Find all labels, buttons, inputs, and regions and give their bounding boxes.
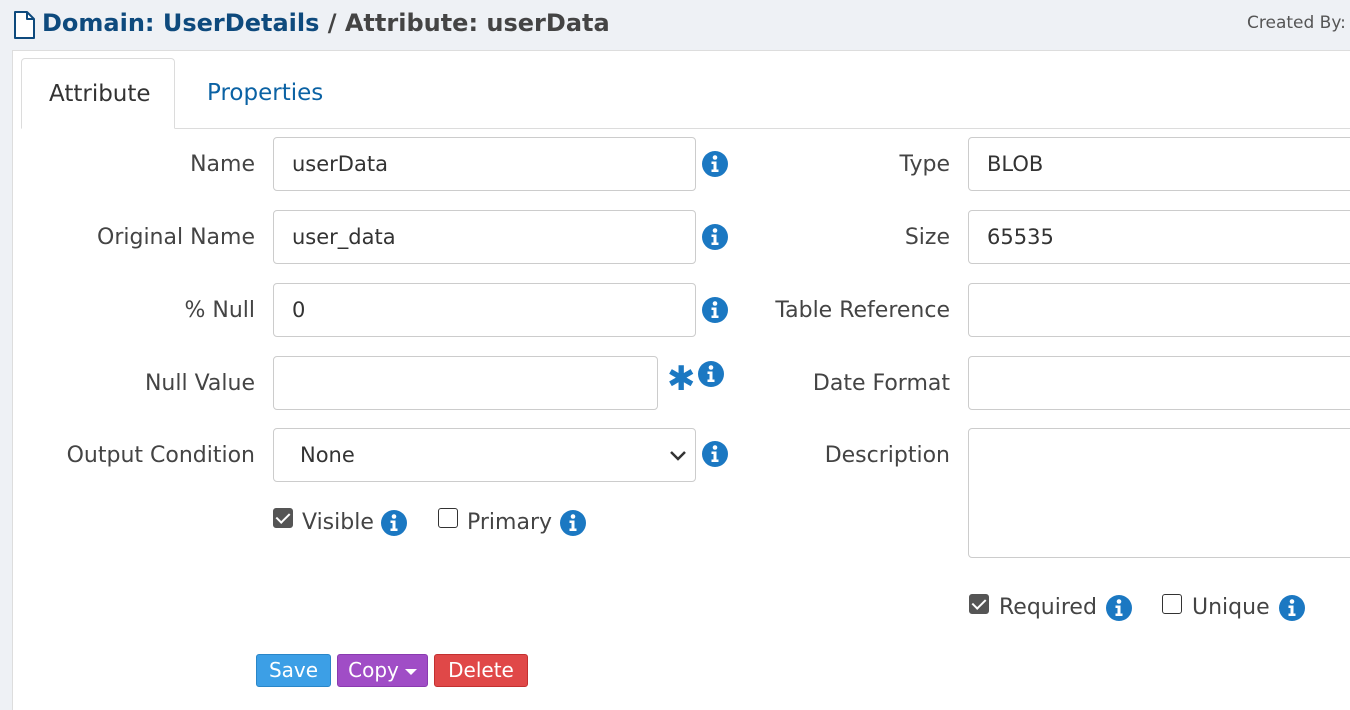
primary-label: Primary — [467, 510, 553, 535]
output-condition-label: Output Condition — [66, 443, 255, 468]
info-icon[interactable] — [1278, 594, 1306, 622]
percent-null-label: % Null — [184, 298, 255, 323]
attribute-title: Attribute: userData — [344, 9, 610, 37]
null-value-label: Null Value — [144, 371, 255, 396]
description-label: Description — [824, 443, 950, 468]
delete-button[interactable]: Delete — [434, 654, 528, 687]
info-icon[interactable] — [559, 509, 587, 537]
asterisk-icon: ✱ — [667, 359, 696, 399]
size-input[interactable]: 65535 — [968, 210, 1350, 264]
page-title: Domain: UserDetails / Attribute: userDat… — [42, 9, 610, 37]
created-by-label: Created By: A — [1247, 13, 1350, 33]
date-format-label: Date Format — [812, 371, 950, 396]
primary-checkbox[interactable] — [438, 508, 458, 528]
output-condition-select[interactable]: None — [273, 428, 696, 482]
chevron-down-icon — [670, 451, 686, 461]
visible-checkbox[interactable] — [273, 508, 293, 528]
save-button[interactable]: Save — [256, 654, 331, 687]
copy-button[interactable]: Copy — [337, 654, 428, 687]
percent-null-input[interactable]: 0 — [273, 283, 696, 337]
date-format-input[interactable] — [968, 356, 1350, 410]
domain-title[interactable]: Domain: UserDetails — [42, 9, 319, 37]
original-name-label: Original Name — [97, 225, 255, 250]
output-condition-value: None — [300, 443, 355, 467]
unique-checkbox[interactable] — [1162, 594, 1182, 614]
visible-label: Visible — [302, 510, 374, 535]
caret-down-icon — [404, 668, 417, 675]
tab-properties[interactable]: Properties — [180, 58, 350, 129]
required-label: Required — [999, 595, 1097, 620]
title-separator: / — [319, 9, 345, 37]
type-label: Type — [899, 152, 950, 177]
table-reference-input[interactable] — [968, 283, 1350, 337]
info-icon[interactable] — [380, 509, 408, 537]
name-input[interactable]: userData — [273, 137, 696, 191]
type-input[interactable]: BLOB — [968, 137, 1350, 191]
table-reference-label: Table Reference — [775, 298, 950, 323]
null-value-input[interactable] — [273, 356, 658, 410]
size-label: Size — [904, 225, 950, 250]
description-textarea[interactable] — [968, 428, 1350, 558]
file-icon — [14, 11, 35, 39]
tab-attribute[interactable]: Attribute — [21, 58, 175, 129]
copy-button-label: Copy — [348, 658, 399, 682]
required-checkbox[interactable] — [969, 594, 989, 614]
info-icon[interactable] — [1105, 594, 1133, 622]
unique-label: Unique — [1192, 595, 1270, 620]
name-label: Name — [190, 152, 255, 177]
original-name-input[interactable]: user_data — [273, 210, 696, 264]
page-header: Domain: UserDetails / Attribute: userDat… — [0, 0, 1350, 50]
